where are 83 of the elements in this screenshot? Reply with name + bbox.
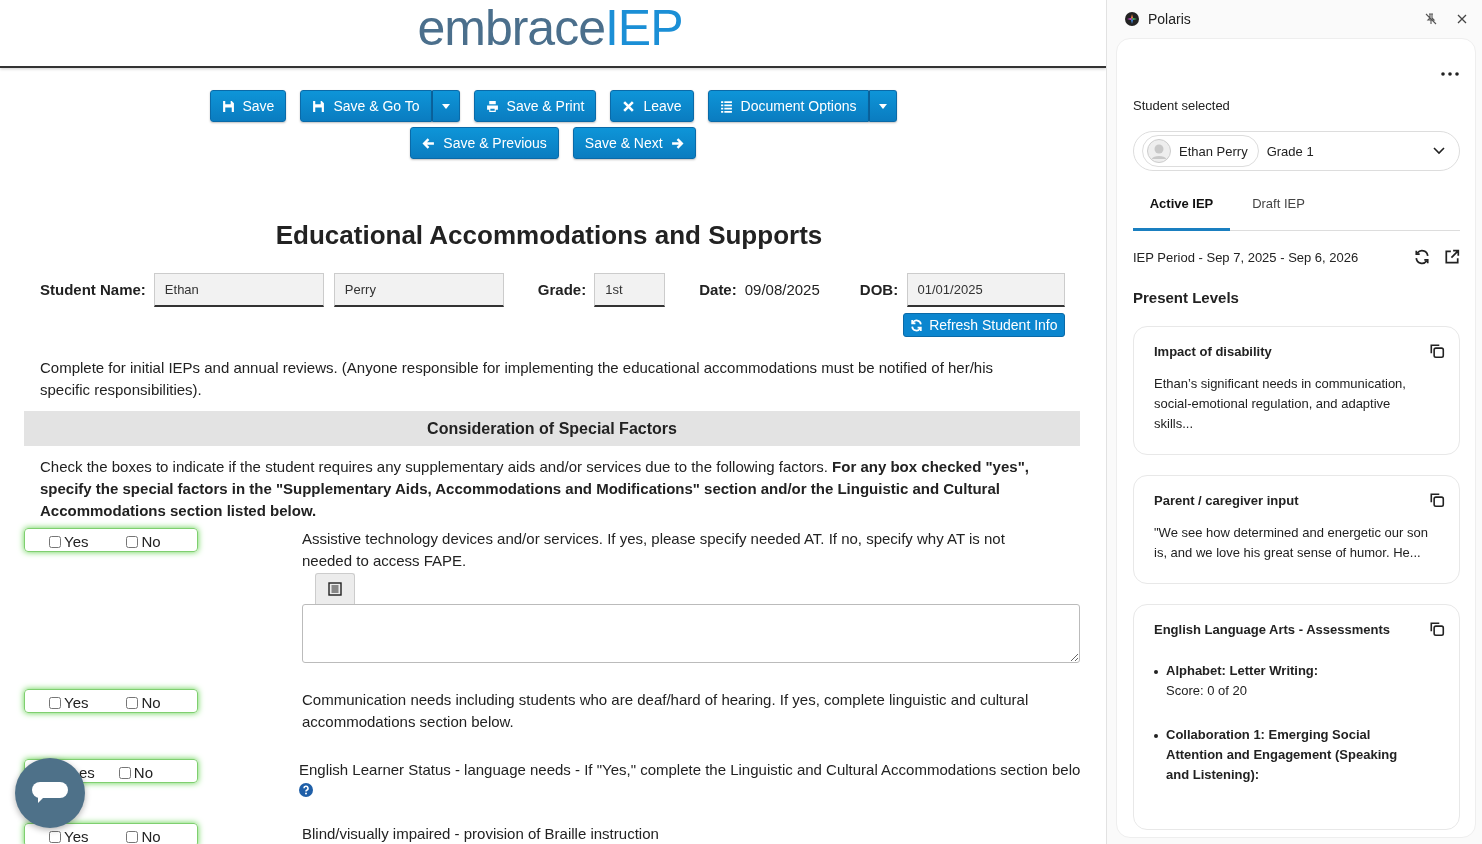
close-icon[interactable] [1456, 13, 1468, 25]
notes-tab[interactable] [315, 573, 355, 604]
date-label: Date: [699, 280, 737, 300]
option-label: No [141, 694, 161, 711]
dob-field[interactable]: 01/01/2025 [906, 273, 1065, 307]
option-label: No [141, 533, 161, 550]
toolbar-button[interactable]: Leave [610, 90, 694, 122]
card-title: Parent / caregiver input [1154, 492, 1299, 508]
card-title: Impact of disability [1154, 343, 1272, 359]
last-name-field[interactable]: Perry [333, 273, 504, 307]
chevron-down-icon [1433, 147, 1445, 155]
factor-text: Communication needs including students who are deaf/hard of hearing. If yes, complete linguistic and cultural accommodations section below. [302, 690, 1030, 732]
student-selected-label: Student selected [1133, 98, 1231, 113]
intro-text: Complete for initial IEPs and annual reviews. (Anyone responsible for implementing the educational accommodations must be notified of her/his specific responsibilities). [40, 358, 994, 400]
checkbox[interactable] [49, 830, 61, 843]
option-label: es [79, 764, 95, 781]
toolbar-button[interactable]: Save & Previous [410, 127, 559, 159]
list-icon [719, 99, 733, 113]
checkbox[interactable] [126, 535, 139, 548]
checkbox[interactable] [118, 766, 131, 779]
logo: embraceIEP [417, 0, 683, 57]
factor-text: Blind/visually impaired - provision of Braille instruction [302, 824, 660, 844]
first-name-field[interactable]: Ethan [153, 273, 324, 307]
copy-icon[interactable] [1429, 621, 1445, 637]
option-label: Yes [64, 694, 89, 711]
option-label: Yes [64, 533, 89, 550]
section-header: Consideration of Special Factors [24, 411, 1080, 446]
unpin-icon[interactable] [1425, 13, 1437, 25]
factor-text: English Learner Status - language needs - If "Yes," complete the Linguistic and Cultural Accommodations section belo [299, 760, 1081, 780]
assessment-score: Score: 0 of 20 [1166, 682, 1248, 700]
close-icon [622, 99, 636, 113]
student-name-label: Student Name: [40, 280, 146, 300]
checkbox[interactable] [49, 696, 61, 709]
date-value: 09/08/2025 [744, 280, 820, 300]
section-heading: Present Levels [1133, 289, 1240, 306]
printer-icon [485, 99, 499, 113]
dropdown-button[interactable] [431, 90, 460, 122]
iep-tab[interactable]: Draft IEP [1230, 186, 1327, 231]
more-options-icon[interactable] [1441, 72, 1459, 76]
chat-bubble-icon [32, 782, 68, 804]
refresh-student-info-button[interactable]: Refresh Student Info [903, 313, 1065, 337]
copy-icon[interactable] [1429, 492, 1445, 508]
iep-period: IEP Period - Sep 7, 2025 - Sep 6, 2026 [1133, 249, 1360, 265]
dob-label: DOB: [859, 280, 899, 300]
caret-icon [441, 103, 450, 109]
arrow-right-icon [670, 136, 684, 150]
toolbar-button[interactable]: Save & Next [572, 127, 696, 159]
card-text: Ethan’s significant needs in communication, social-emotional regulation, and adaptive skills... [1154, 375, 1407, 433]
refresh-icon [910, 318, 924, 332]
bullet-icon [1154, 670, 1158, 674]
toolbar-button[interactable]: Save & Print [473, 90, 597, 122]
option-label: No [133, 764, 154, 781]
help-icon[interactable] [299, 783, 313, 797]
assessment-name: Collaboration 1: Emerging Social Attention and Engagement (Speaking and Listening): [1166, 726, 1399, 784]
toolbar-button[interactable]: Save [209, 90, 287, 122]
toolbar-button[interactable]: Document Options [707, 90, 869, 122]
grade-label: Grade: [537, 280, 587, 300]
instructions-text: Check the boxes to indicate if the student requires any supplementary aids and/or services due to the following factors. For any box checked "yes", specify the special factors in the "Supplementary Aids, Accommodations and Modifications" section and/or the Linguistic and Cultural Accommodations section listed below. [40, 457, 1030, 521]
iep-tab[interactable]: Active IEP [1133, 186, 1230, 231]
factor-text: Assistive technology devices and/or services. If yes, please specify needed AT. If no, specify why AT is not needed to access FAPE. [302, 529, 1006, 571]
assessment-name: Alphabet: Letter Writing: [1166, 662, 1320, 680]
card-title: English Language Arts - Assessments [1154, 621, 1390, 637]
checkbox[interactable] [126, 696, 139, 709]
bullet-icon [1154, 734, 1158, 738]
list-icon [328, 582, 342, 596]
external-link-icon[interactable] [1444, 249, 1460, 265]
option-label: No [141, 828, 161, 844]
avatar-icon [1147, 139, 1171, 163]
dropdown-button[interactable] [868, 90, 897, 122]
student-grade: Grade 1 [1266, 143, 1315, 159]
checkbox[interactable] [49, 535, 61, 548]
option-label: Yes [64, 828, 89, 844]
card-text: "We see how determined and energetic our son is, and we love his great sense of humor. He... [1154, 524, 1429, 562]
page-title: Educational Accommodations and Supports [274, 220, 824, 251]
copy-icon[interactable] [1429, 343, 1445, 359]
toolbar-button[interactable]: Save & Go To [300, 90, 432, 122]
panel-title: Polaris [1148, 11, 1192, 27]
arrow-left-icon [422, 136, 436, 150]
refresh-icon[interactable] [1414, 249, 1430, 265]
polaris-logo-icon [1125, 12, 1139, 26]
caret-icon [878, 103, 887, 109]
checkbox[interactable] [126, 830, 139, 843]
grade-field[interactable]: 1st [594, 273, 666, 307]
